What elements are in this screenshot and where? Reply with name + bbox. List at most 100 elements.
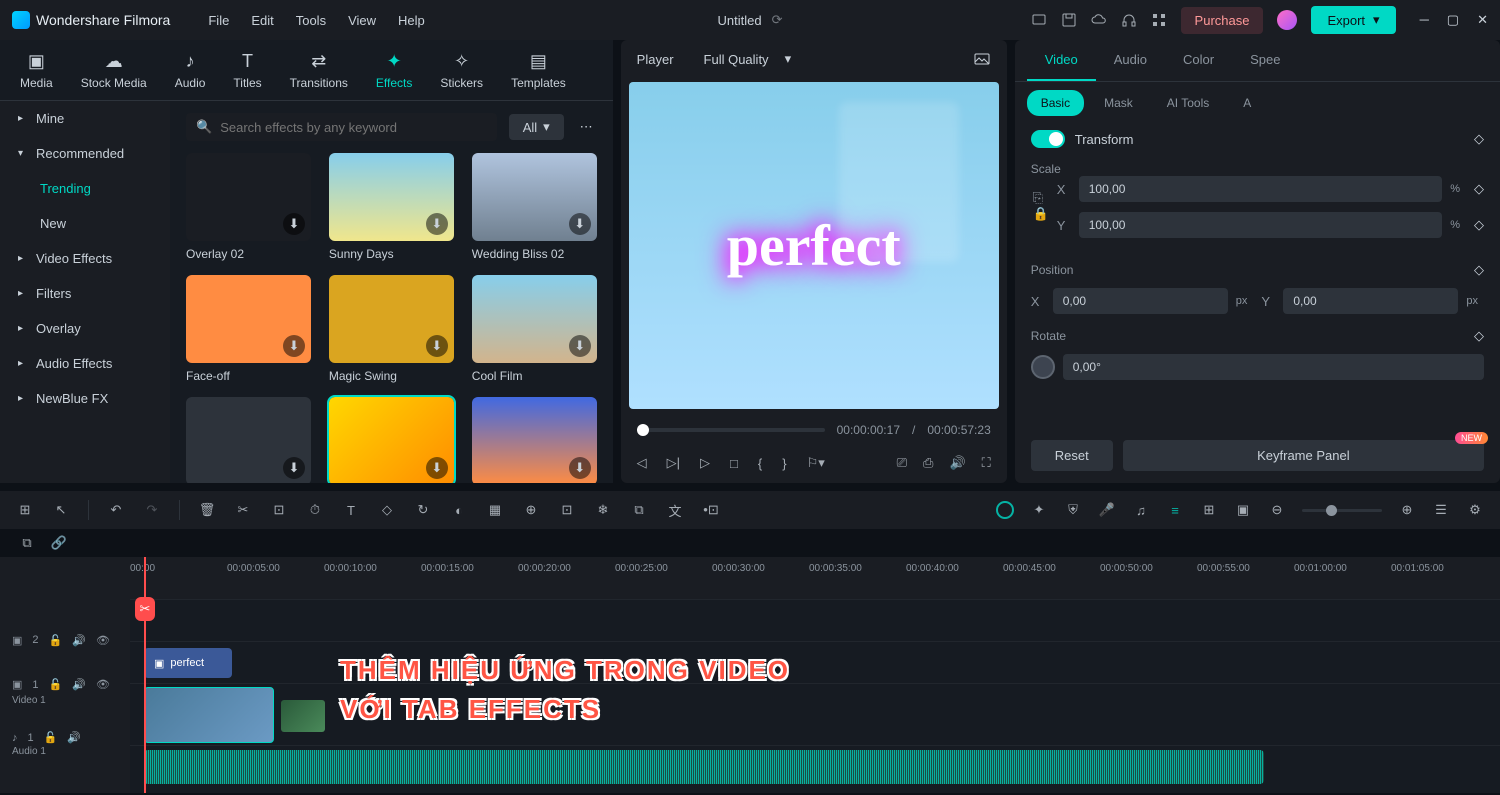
lock-icon[interactable]: 🔓 (49, 634, 63, 647)
prev-frame-icon[interactable]: ◁ (637, 455, 647, 471)
inspector-tab-audio[interactable]: Audio (1096, 40, 1165, 81)
sidebar-new[interactable]: New (0, 206, 170, 241)
rotate-knob[interactable] (1031, 355, 1055, 379)
eye-icon[interactable]: 👁 (96, 678, 110, 691)
sidebar-filters[interactable]: ▸Filters (0, 276, 170, 311)
tab-audio[interactable]: ♪Audio (175, 50, 206, 100)
crop-icon[interactable]: ⊡ (270, 501, 288, 519)
keyframe-panel-button[interactable]: Keyframe Panel NEW (1123, 440, 1484, 471)
sidebar-newblue[interactable]: ▸NewBlue FX (0, 381, 170, 416)
display-icon[interactable]: ⎚ (897, 455, 907, 471)
inspector-tab-video[interactable]: Video (1027, 40, 1096, 81)
rotate-icon[interactable]: ↻ (414, 501, 432, 519)
music-icon[interactable]: ♫ (1132, 501, 1150, 519)
color-icon[interactable]: ◐ (450, 501, 468, 519)
download-icon[interactable]: ⬇ (426, 213, 448, 235)
volume-icon[interactable]: 🔊 (949, 455, 965, 471)
mute-icon[interactable]: 🔊 (72, 678, 86, 691)
link-xy-icon[interactable]: ⎘🔒 (1031, 176, 1051, 236)
reset-button[interactable]: Reset (1031, 440, 1113, 471)
video-preview[interactable]: perfect (629, 82, 999, 409)
eye-icon[interactable]: 👁 (96, 634, 110, 647)
effect-card[interactable]: ⬇Sunny Days (329, 153, 454, 261)
title-clip[interactable]: ▣ perfect (144, 648, 232, 678)
effect-card[interactable]: ⬇Magic Swing (329, 275, 454, 383)
mixer-icon[interactable]: ≡ (1166, 501, 1184, 519)
group-icon[interactable]: ⧉ (630, 501, 648, 519)
inspector-tab-color[interactable]: Color (1165, 40, 1232, 81)
audio-track-icon[interactable]: ♪ (12, 732, 18, 744)
zoom-out-icon[interactable]: ⊖ (1268, 501, 1286, 519)
download-icon[interactable]: ⬇ (569, 335, 591, 357)
tab-effects[interactable]: ✦Effects (376, 50, 412, 100)
inspector-tab-speed[interactable]: Spee (1232, 40, 1298, 81)
fullscreen-icon[interactable]: ⛶ (982, 455, 991, 471)
tab-titles[interactable]: TTitles (233, 50, 261, 100)
tab-stock-media[interactable]: ☁Stock Media (81, 50, 147, 100)
translate-icon[interactable]: 文 (666, 501, 684, 519)
link-icon[interactable]: 🔗 (50, 534, 68, 552)
timer-icon[interactable]: ⊕ (522, 501, 540, 519)
mute-icon[interactable]: 🔊 (72, 634, 86, 647)
effect-card[interactable]: ⬇ScanLine Negative1 (472, 397, 597, 483)
download-icon[interactable]: ⬇ (569, 457, 591, 479)
effect-card[interactable]: ⬇Wedding Bliss 02 (472, 153, 597, 261)
cloud-icon[interactable] (1091, 12, 1107, 28)
filter-dropdown[interactable]: All▾ (509, 114, 564, 140)
screen-icon[interactable] (1031, 12, 1047, 28)
lock-icon[interactable]: 🔓 (44, 731, 58, 744)
play-next-icon[interactable]: ▷| (667, 455, 680, 471)
quality-dropdown[interactable]: Full Quality▾ (704, 51, 792, 67)
user-avatar[interactable] (1277, 10, 1297, 30)
select-icon[interactable]: ↖ (52, 501, 70, 519)
transform-toggle[interactable] (1031, 130, 1065, 148)
player-scrubber[interactable] (637, 428, 825, 432)
stop-icon[interactable]: □ (730, 456, 738, 471)
list-view-icon[interactable]: ☰ (1432, 501, 1450, 519)
record-indicator-icon[interactable] (996, 501, 1014, 519)
time-ruler[interactable]: 00:0000:00:05:0000:00:10:0000:00:15:0000… (130, 557, 1500, 599)
fx-track-icon[interactable]: ▣ (12, 634, 22, 647)
keyframe-diamond-icon[interactable]: ◇ (1474, 328, 1484, 344)
sidebar-audio-effects[interactable]: ▸Audio Effects (0, 346, 170, 381)
zoom-slider[interactable] (1302, 509, 1382, 512)
export-button[interactable]: Export▾ (1311, 6, 1395, 34)
playhead-handle[interactable]: ✂ (135, 597, 155, 621)
keyframe-diamond-icon[interactable]: ◇ (1474, 217, 1484, 233)
effect-card[interactable]: ⬇Graduation Alpack Pack Ove... (186, 397, 311, 483)
tab-media[interactable]: ▣Media (20, 50, 53, 100)
purchase-button[interactable]: Purchase (1181, 7, 1264, 34)
apps-icon[interactable] (1151, 12, 1167, 28)
panel-stack-icon[interactable]: ⧉ (18, 534, 36, 552)
overlay-icon[interactable]: ▣ (1234, 501, 1252, 519)
headphones-icon[interactable] (1121, 12, 1137, 28)
effect-card[interactable]: ⬇Square Blur (329, 397, 454, 483)
download-icon[interactable]: ⬇ (283, 457, 305, 479)
search-box[interactable]: 🔍 (186, 113, 497, 141)
keyframe-diamond-icon[interactable]: ◇ (1474, 131, 1484, 147)
sidebar-overlay[interactable]: ▸Overlay (0, 311, 170, 346)
download-icon[interactable]: ⬇ (426, 457, 448, 479)
magnet-icon[interactable]: ⊞ (16, 501, 34, 519)
more-icon[interactable]: ⋯ (576, 115, 597, 139)
sidebar-video-effects[interactable]: ▸Video Effects (0, 241, 170, 276)
subtab-aitools[interactable]: AI Tools (1153, 90, 1223, 116)
search-input[interactable] (220, 120, 487, 135)
mark-in-icon[interactable]: { (758, 456, 762, 471)
lock-icon[interactable]: 🔓 (49, 678, 63, 691)
download-icon[interactable]: ⬇ (426, 335, 448, 357)
keyframe-diamond-icon[interactable]: ◇ (1474, 181, 1484, 197)
freeze-icon[interactable]: ❄ (594, 501, 612, 519)
redo-icon[interactable]: ↷ (143, 501, 161, 519)
subtab-basic[interactable]: Basic (1027, 90, 1084, 116)
download-icon[interactable]: ⬇ (283, 335, 305, 357)
tab-stickers[interactable]: ✧Stickers (440, 50, 483, 100)
mute-icon[interactable]: 🔊 (67, 731, 81, 744)
capture-icon[interactable]: ⎙ (923, 455, 933, 471)
marker-icon[interactable]: ✦ (1030, 501, 1048, 519)
mark-out-icon[interactable]: } (782, 456, 786, 471)
focus-icon[interactable]: ⊡ (558, 501, 576, 519)
scale-y-input[interactable] (1079, 212, 1442, 238)
pos-y-input[interactable] (1283, 288, 1458, 314)
cloud-sync-icon[interactable]: ⟳ (772, 12, 783, 28)
